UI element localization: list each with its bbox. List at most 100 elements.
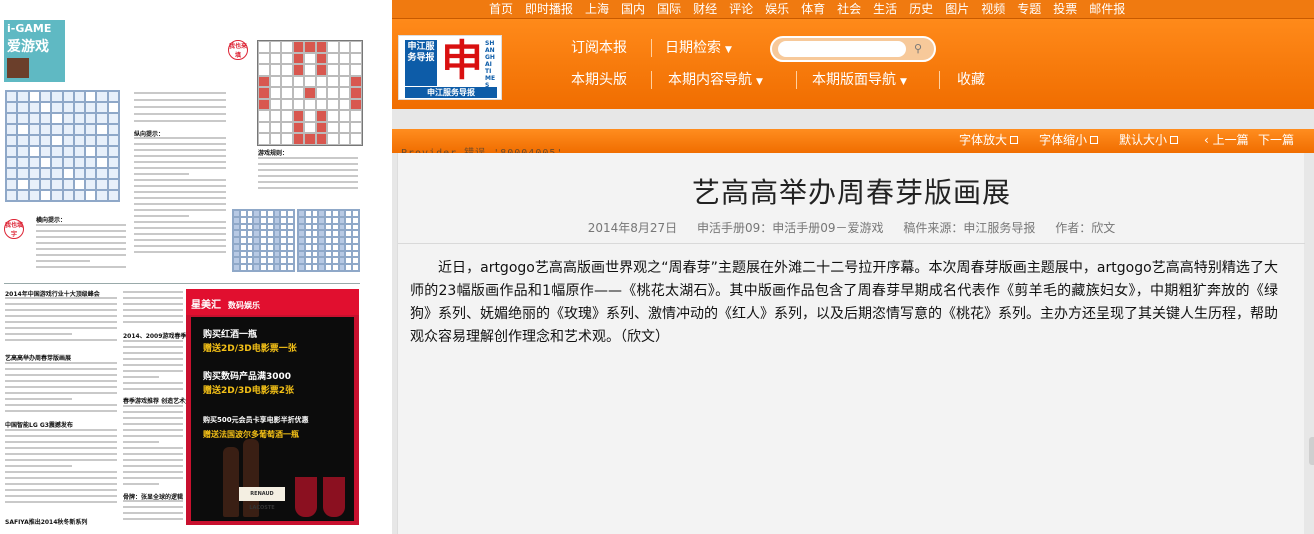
next-article-link[interactable]: 下一篇: [1258, 132, 1294, 148]
grid-cell: [258, 121, 270, 133]
search-icon[interactable]: ⚲: [910, 42, 926, 56]
grid-cell: [253, 237, 261, 244]
grid-cell: [311, 264, 319, 271]
text-line: [5, 489, 117, 491]
grid-cell: [338, 250, 346, 258]
grid-cell: [239, 210, 247, 217]
nav-link[interactable]: 上海: [579, 1, 615, 18]
grid-cell: [258, 87, 270, 99]
content-nav-dropdown[interactable]: 本期内容导航 ▼: [668, 71, 763, 91]
font-larger-button[interactable]: 字体放大: [959, 132, 1019, 148]
grid-cell: [6, 168, 18, 179]
grid-cell: [266, 257, 274, 265]
grid-cell: [338, 133, 350, 145]
text-line: [134, 233, 226, 235]
text-line: [123, 291, 183, 293]
nav-link[interactable]: 国际: [651, 1, 687, 18]
grid-cell: [298, 223, 305, 231]
text-line: [134, 120, 226, 122]
text-line: [134, 167, 226, 169]
nav-link[interactable]: 图片: [939, 1, 975, 18]
grid-cell: [6, 157, 18, 168]
grid-cell: [17, 135, 29, 146]
nav-link[interactable]: 国内: [615, 1, 651, 18]
favorite-link[interactable]: 收藏: [957, 71, 985, 89]
grid-cell: [233, 216, 240, 224]
text-line: [123, 297, 183, 299]
font-smaller-button[interactable]: 字体缩小: [1039, 132, 1099, 148]
nav-link[interactable]: 生活: [867, 1, 903, 18]
article-author: 作者：欣文: [1055, 221, 1116, 235]
front-page-link[interactable]: 本期头版: [571, 71, 627, 89]
grid-cell: [39, 146, 52, 157]
nav-link[interactable]: 评论: [723, 1, 759, 18]
grid-cell: [350, 121, 362, 133]
font-default-button[interactable]: 默认大小: [1119, 132, 1179, 148]
date-search-label: 日期检索: [665, 40, 721, 56]
site-logo[interactable]: 申江服务导报 申 SHANGHAI TIMES 申江服务导报: [398, 35, 502, 100]
newspaper-page-image[interactable]: i-GAME 爱游戏 我也来填 我也填字 纵向提示： 横向提示： 游戏规则： 2…: [0, 0, 392, 534]
ad-line-1: 购买红酒一瓶: [203, 330, 258, 340]
grid-cell: [17, 190, 29, 201]
newspaper-website: 首页 即时播报 上海 国内 国际 财经 评论 娱乐 体育 社会 生活 历史 图片 视频 专题 投票 邮件报 申江…: [392, 0, 1314, 534]
layout-nav-dropdown[interactable]: 本期版面导航 ▼: [812, 71, 907, 91]
search-input[interactable]: [778, 41, 906, 57]
text-line: [123, 423, 183, 425]
grid-cell: [287, 230, 294, 238]
grid-cell: [6, 179, 18, 190]
text-line: [123, 352, 183, 354]
prev-label: 上一篇: [1212, 133, 1249, 147]
grid-cell: [253, 216, 261, 224]
grid-cell: [304, 98, 316, 110]
grid-cell: [260, 243, 267, 251]
text-line: [123, 321, 183, 323]
nav-link[interactable]: 专题: [1011, 1, 1047, 18]
nav-link[interactable]: 视频: [975, 1, 1011, 18]
text-line: [134, 92, 226, 94]
grid-cell: [17, 102, 29, 113]
scrollbar-handle[interactable]: [1309, 437, 1314, 465]
subscribe-link[interactable]: 订阅本报: [571, 39, 627, 57]
grid-cell: [352, 237, 359, 244]
text-line: [5, 309, 117, 311]
top-navigation-bar: 首页 即时播报 上海 国内 国际 财经 评论 娱乐 体育 社会 生活 历史 图片 视频 专题 投票 邮件报: [392, 0, 1314, 19]
grid-cell: [287, 216, 294, 224]
ad-line-4: 赠送2D/3D电影票2张: [203, 386, 295, 396]
grid-cell: [338, 75, 350, 87]
text-line: [134, 179, 226, 181]
nav-link[interactable]: 首页: [483, 1, 519, 18]
grid-cell: [96, 135, 108, 146]
prev-article-link[interactable]: ‹ 上一篇: [1204, 132, 1249, 148]
igame-label: i-GAME: [7, 22, 52, 35]
nav-link[interactable]: 财经: [687, 1, 723, 18]
grid-cell: [331, 210, 339, 217]
grid-cell: [233, 230, 240, 238]
grid-cell: [62, 135, 74, 146]
text-line: [123, 441, 159, 443]
nav-link[interactable]: 投票: [1047, 1, 1083, 18]
date-search-dropdown[interactable]: 日期检索 ▼: [665, 39, 732, 59]
grid-cell: [318, 210, 326, 217]
grid-cell: [51, 190, 63, 201]
text-line: [123, 429, 183, 431]
grid-cell: [338, 98, 350, 110]
grid-cell: [352, 210, 359, 217]
text-line: [123, 315, 183, 317]
grid-cell: [304, 230, 312, 238]
header-separator: [651, 71, 652, 89]
nav-link[interactable]: 邮件报: [1083, 1, 1131, 18]
grid-cell: [233, 237, 240, 244]
nav-link[interactable]: 历史: [903, 1, 939, 18]
grid-cell: [304, 110, 316, 122]
text-line: [134, 99, 226, 101]
grid-cell: [281, 87, 293, 99]
nav-link[interactable]: 社会: [831, 1, 867, 18]
grid-cell: [292, 75, 304, 87]
layout-nav-label: 本期版面导航: [812, 72, 896, 88]
grid-cell: [85, 179, 97, 190]
nav-link[interactable]: 即时播报: [519, 1, 579, 18]
nav-link[interactable]: 体育: [795, 1, 831, 18]
grid-cell: [6, 135, 18, 146]
nav-link[interactable]: 娱乐: [759, 1, 795, 18]
grid-cell: [304, 257, 312, 265]
